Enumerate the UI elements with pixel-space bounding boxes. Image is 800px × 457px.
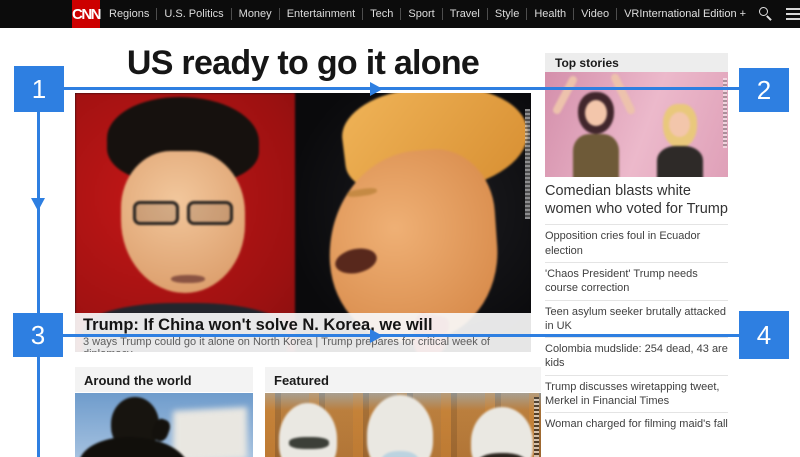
nav-item[interactable]: Money xyxy=(231,8,272,20)
arrowhead-down-icon xyxy=(31,198,45,211)
nav-item[interactable]: Sport xyxy=(400,8,434,20)
hamburger-icon[interactable] xyxy=(786,8,800,21)
around-the-world-section: Around the world xyxy=(75,367,253,457)
top-stories-header: Top stories xyxy=(545,53,728,72)
around-the-world-image[interactable] xyxy=(75,393,253,457)
annotation-line-left-upper xyxy=(37,112,40,313)
nav-item[interactable]: Travel xyxy=(442,8,480,20)
nav-menu: Regions U.S. Politics Money Entertainment Te… xyxy=(109,8,639,20)
featured-header: Featured xyxy=(265,367,541,392)
annotation-line-left-lower xyxy=(37,357,40,457)
photo-shape xyxy=(669,112,690,137)
top-story-item[interactable]: 'Chaos President' Trump needs course cor… xyxy=(545,262,728,300)
annotation-marker-1: 1 xyxy=(14,66,64,112)
annotation-marker-4: 4 xyxy=(739,311,789,359)
edition-selector[interactable]: International Edition + xyxy=(639,8,746,20)
hero-caption-bar: Trump: If China won't solve N. Korea, we… xyxy=(75,313,531,352)
hero-related-links[interactable]: 3 ways Trump could go it alone on North … xyxy=(83,336,531,352)
photo-shape xyxy=(289,437,329,449)
top-stories-list: Opposition cries foul in Ecuador electio… xyxy=(545,224,728,435)
nav-item[interactable]: U.S. Politics xyxy=(156,8,223,20)
annotation-line-top xyxy=(64,87,739,90)
main-headline[interactable]: US ready to go it alone xyxy=(75,44,531,83)
hero-image[interactable]: Trump: If China won't solve N. Korea, we… xyxy=(75,93,531,352)
annotation-marker-3: 3 xyxy=(13,313,63,357)
top-stories-sidebar: Top stories Comedian blasts white women … xyxy=(545,53,728,436)
nav-item[interactable]: Health xyxy=(526,8,566,20)
arrowhead-right-icon xyxy=(370,329,383,343)
search-icon[interactable] xyxy=(759,7,773,21)
photo-shape xyxy=(367,395,433,457)
top-story-item[interactable]: Opposition cries foul in Ecuador electio… xyxy=(545,224,728,262)
photo-shape xyxy=(552,75,579,116)
top-stories-lead-headline[interactable]: Comedian blasts white women who voted fo… xyxy=(545,183,728,218)
top-story-item[interactable]: Woman charged for filming maid's fall xyxy=(545,412,728,435)
nav-right: International Edition + xyxy=(639,7,800,21)
annotation-marker-2: 2 xyxy=(739,68,789,112)
featured-image[interactable] xyxy=(265,393,541,457)
photo-shape xyxy=(173,407,247,457)
nav-item[interactable]: Style xyxy=(487,8,519,20)
nav-item[interactable]: Video xyxy=(573,8,609,20)
photo-shape xyxy=(471,407,533,457)
cnn-logo[interactable]: CNN xyxy=(72,0,100,28)
top-story-item[interactable]: Trump discusses wiretapping tweet, Merke… xyxy=(545,375,728,413)
annotation-line-bottom xyxy=(63,334,739,337)
top-nav: CNN Regions U.S. Politics Money Entertainme… xyxy=(0,0,800,28)
nav-item[interactable]: Entertainment xyxy=(279,8,355,20)
nav-item[interactable]: Tech xyxy=(362,8,393,20)
photo-shape xyxy=(585,100,607,126)
photo-shape xyxy=(657,146,703,177)
photo-credit-strip xyxy=(534,397,539,457)
hero-story-title[interactable]: Trump: If China won't solve N. Korea, we… xyxy=(83,316,531,335)
photo-shape xyxy=(171,275,205,283)
nav-item[interactable]: Regions xyxy=(109,8,149,20)
top-story-item[interactable]: Teen asylum seeker brutally attacked in … xyxy=(545,300,728,338)
arrowhead-right-icon xyxy=(370,82,383,96)
photo-shape xyxy=(573,134,619,177)
section-photo-shapes xyxy=(75,393,253,457)
photo-shape xyxy=(133,201,233,225)
top-story-item[interactable]: Colombia mudslide: 254 dead, 43 are kids xyxy=(545,337,728,375)
section-photo-shapes xyxy=(265,393,541,457)
featured-section: Featured xyxy=(265,367,541,457)
nav-item[interactable]: VR xyxy=(616,8,639,20)
around-the-world-header: Around the world xyxy=(75,367,253,392)
photo-credit-strip xyxy=(525,109,530,219)
cnn-homepage-screenshot: CNN Regions U.S. Politics Money Entertainme… xyxy=(0,0,800,457)
